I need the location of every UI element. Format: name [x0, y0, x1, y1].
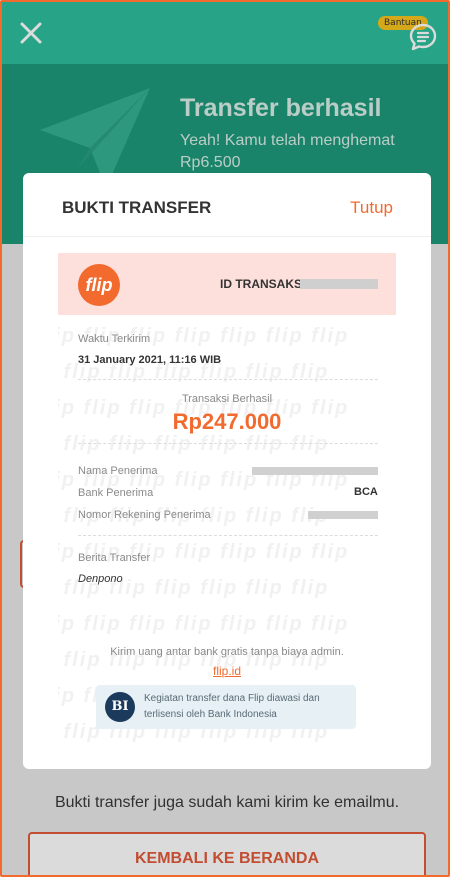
modal-header: BUKTI TRANSFER Tutup: [23, 173, 431, 237]
divider: [78, 535, 378, 536]
transfer-receipt-modal: BUKTI TRANSFER Tutup flip flip flip flip…: [23, 173, 431, 769]
receipt-card: flip flip flip flip flip flip flip flip …: [58, 253, 396, 769]
bank-indonesia-text: Kegiatan transfer dana Flip diawasi dan …: [144, 693, 320, 720]
transfer-amount: Rp247.000: [172, 409, 282, 434]
receipt-header: flip ID TRANSAKSI: [58, 253, 396, 315]
message-value: Denpono: [78, 573, 123, 585]
sent-time-label: Waktu Terkirim: [78, 333, 151, 345]
transaction-id-label: ID TRANSAKSI: [220, 277, 306, 291]
status-label: Transaksi Berhasil: [181, 393, 273, 405]
divider: [78, 379, 378, 380]
recipient-name-label: Nama Penerima: [78, 465, 158, 477]
bank-indonesia-notice: BI Kegiatan transfer dana Flip diawasi d…: [96, 685, 356, 729]
modal-title: BUKTI TRANSFER: [62, 198, 212, 217]
app-screen: Bantuan Transfer berhasil Yeah! Kamu tel…: [0, 0, 450, 877]
footer-note: Kirim uang antar bank gratis tanpa biaya…: [110, 646, 344, 658]
recipient-bank-label: Bank Penerima: [78, 487, 154, 499]
account-number-label: Nomor Rekening Penerima: [78, 509, 211, 521]
flip-link[interactable]: flip.id: [58, 664, 396, 678]
divider: [78, 443, 378, 444]
account-number-redacted: [308, 511, 378, 519]
recipient-bank-value: BCA: [354, 486, 378, 498]
transaction-id-redacted: [300, 279, 378, 289]
close-modal-button[interactable]: Tutup: [350, 198, 393, 218]
bank-indonesia-logo: BI: [105, 692, 135, 722]
flip-logo: flip: [78, 264, 120, 306]
message-label: Berita Transfer: [78, 552, 151, 564]
recipient-name-redacted: [252, 467, 378, 475]
sent-time-value: 31 January 2021, 11:16 WIB: [78, 354, 222, 366]
